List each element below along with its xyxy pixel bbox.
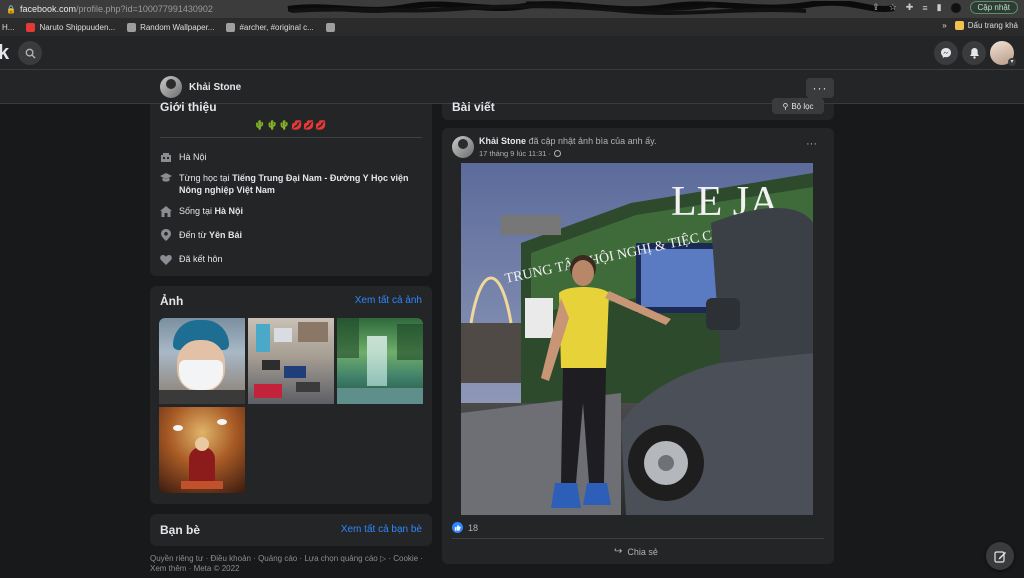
update-button[interactable]: Cập nhật xyxy=(969,1,1018,14)
profile-sticky-header: Khải Stone ··· xyxy=(0,70,1024,104)
lock-icon: 🔒 xyxy=(6,5,16,14)
divider xyxy=(160,137,422,138)
house-icon xyxy=(160,205,172,217)
intro-item: Đã kết hôn xyxy=(160,253,223,265)
folder-icon xyxy=(954,21,964,30)
friends-card: Bạn bè Xem tất cả bạn bè xyxy=(150,514,432,546)
more-options-button[interactable]: ··· xyxy=(806,78,834,98)
bookmarks-bar: H... Naruto Shippuuden... Random Wallpap… xyxy=(0,18,1024,36)
redaction-scribble xyxy=(287,1,895,15)
star-icon[interactable]: ☆ xyxy=(889,2,897,13)
post-more-button[interactable]: ··· xyxy=(806,138,817,150)
friends-title: Bạn bè xyxy=(160,523,201,537)
extensions-icon[interactable]: ✚ xyxy=(906,2,914,13)
bookmark-item[interactable]: #archer, #original c... xyxy=(226,22,314,32)
facebook-navbar: k ▾ xyxy=(0,36,1024,70)
browser-actions: ⇪ ☆ ✚ ≡ ▮ Cập nhật xyxy=(872,1,1018,14)
bio-text: 🌵🌵🌵💋💋💋 xyxy=(254,120,328,130)
intro-item: Từng học tại Tiếng Trung Đại Nam - Đường… xyxy=(160,172,422,196)
photos-card: Ảnh Xem tất cả ảnh xyxy=(150,286,432,504)
site-icon xyxy=(325,22,335,32)
photo-thumbnail[interactable] xyxy=(248,318,334,404)
intro-item: Sống tại Hà Nội xyxy=(160,205,243,217)
see-all-photos-link[interactable]: Xem tất cả ảnh xyxy=(355,295,422,306)
post-photo[interactable]: LE JA TRUNG TÂM HỘI NGHỊ & TIỆC CƯỚI xyxy=(461,163,813,515)
location-icon xyxy=(160,229,172,241)
posts-title: Bài viết xyxy=(452,100,495,114)
photo-thumbnail[interactable] xyxy=(159,318,245,404)
divider xyxy=(452,538,824,539)
bookmark-item[interactable] xyxy=(325,22,339,32)
compose-icon xyxy=(993,550,1006,563)
url-field[interactable]: facebook.com/profile.php?id=100077991430… xyxy=(20,4,213,14)
intro-title: Giới thiệu xyxy=(160,100,217,114)
reaction-count: 18 xyxy=(468,522,479,533)
queue-icon[interactable]: ≡ xyxy=(922,3,927,13)
new-message-button[interactable] xyxy=(986,542,1014,570)
profile-avatar[interactable] xyxy=(160,76,182,98)
posts-header-card: Bài viết ⚲ Bộ lọc xyxy=(442,98,834,120)
youtube-icon xyxy=(26,22,36,32)
bookmarks-overflow[interactable]: » xyxy=(942,21,946,30)
sidepanel-icon[interactable]: ▮ xyxy=(937,2,942,13)
see-all-friends-link[interactable]: Xem tất cả bạn bè xyxy=(341,524,422,535)
photo-thumbnail[interactable] xyxy=(159,407,245,493)
post-timestamp[interactable]: 17 tháng 9 lúc 11:31 · xyxy=(479,149,551,158)
intro-item: Hà Nội xyxy=(160,151,207,163)
post-author-name[interactable]: Khải Stone xyxy=(479,136,526,146)
heart-icon xyxy=(160,253,172,265)
site-icon xyxy=(127,22,137,32)
share-icon[interactable]: ⇪ xyxy=(872,2,880,13)
photos-title: Ảnh xyxy=(160,294,184,308)
education-icon xyxy=(160,172,172,184)
globe-icon xyxy=(554,150,561,157)
post-headline: Khải Stone đã cập nhật ảnh bìa của anh ấ… xyxy=(479,136,657,146)
home-icon xyxy=(160,151,172,163)
post-author-avatar[interactable] xyxy=(452,136,474,158)
share-button[interactable]: ↪ Chia sẻ xyxy=(614,546,658,557)
bookmark-item[interactable]: Naruto Shippuuden... xyxy=(26,22,115,32)
messenger-icon[interactable] xyxy=(934,41,958,65)
bookmark-item[interactable]: H... xyxy=(2,23,14,32)
intro-card: Giới thiệu 🌵🌵🌵💋💋💋 Hà Nội Từng học tại Ti… xyxy=(150,100,432,276)
share-arrow-icon: ↪ xyxy=(614,546,623,557)
notifications-icon[interactable] xyxy=(962,41,986,65)
like-reaction-icon xyxy=(452,522,463,533)
photo-thumbnail[interactable] xyxy=(337,318,423,404)
profile-name[interactable]: Khải Stone xyxy=(189,82,241,93)
footer-links[interactable]: Quyền riêng tư · Điều khoản · Quảng cáo … xyxy=(150,554,430,574)
intro-item: Đến từ Yên Bái xyxy=(160,229,242,241)
post-meta: 17 tháng 9 lúc 11:31 · xyxy=(479,149,561,158)
reaction-summary[interactable]: 18 xyxy=(452,522,478,533)
filter-button[interactable]: ⚲ Bộ lọc xyxy=(772,98,824,114)
chevron-down-icon[interactable]: ▾ xyxy=(1008,58,1016,66)
site-icon xyxy=(226,22,236,32)
filter-icon: ⚲ xyxy=(782,101,789,111)
bookmark-folder[interactable]: Dấu trang khá xyxy=(954,21,1018,30)
search-icon[interactable] xyxy=(18,41,42,65)
profile-icon[interactable] xyxy=(950,2,961,13)
cover-photo-image: LE JA TRUNG TÂM HỘI NGHỊ & TIỆC CƯỚI xyxy=(461,163,813,515)
facebook-logo[interactable]: k xyxy=(0,42,9,65)
bookmark-item[interactable]: Random Wallpaper... xyxy=(127,22,214,32)
